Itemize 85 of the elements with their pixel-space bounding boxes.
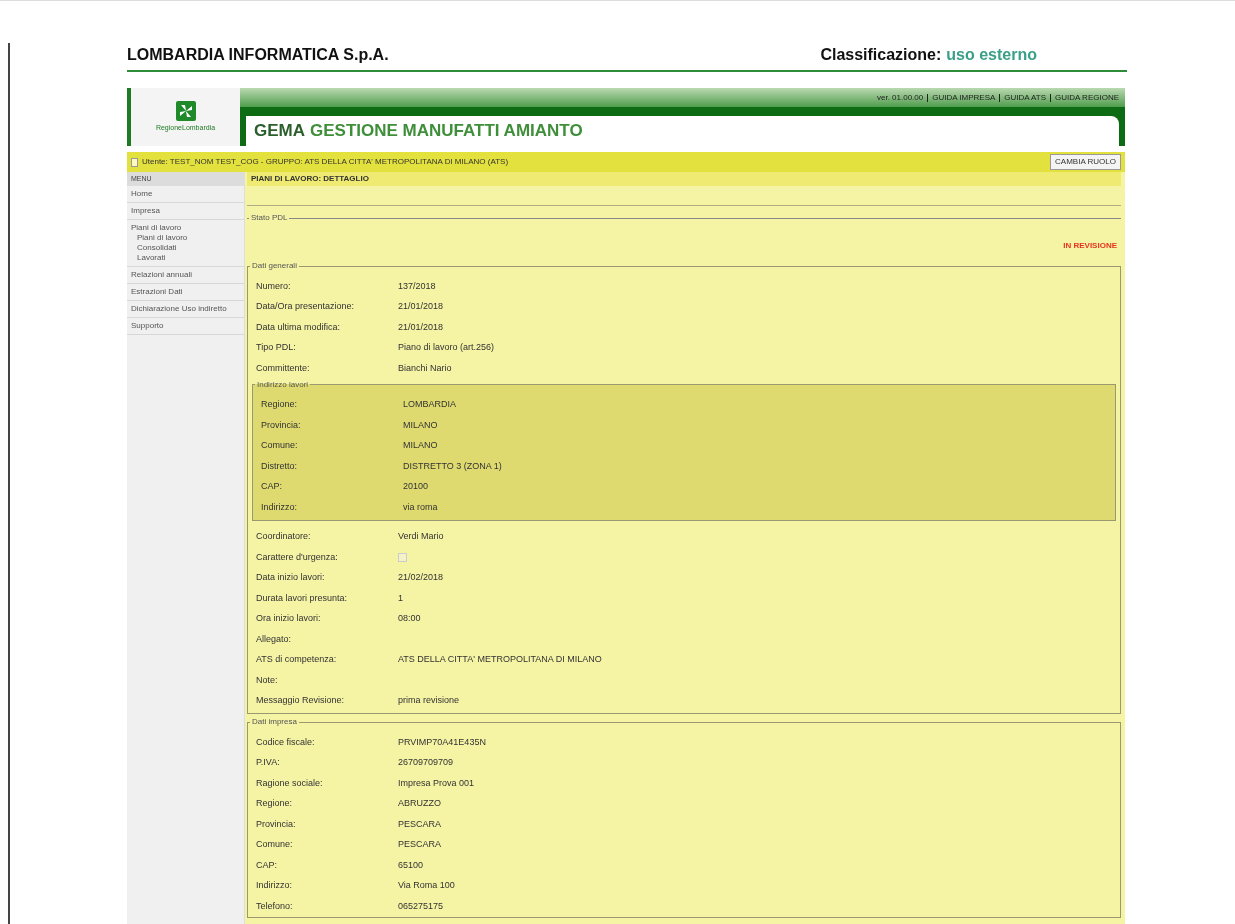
status-value: IN REVISIONE bbox=[1063, 240, 1117, 252]
field-value: ABRUZZO bbox=[398, 797, 441, 810]
classification-label: Classificazione: bbox=[820, 45, 942, 65]
field-value: DISTRETTO 3 (ZONA 1) bbox=[403, 459, 502, 473]
field-value: Impresa Prova 001 bbox=[398, 776, 475, 790]
sidebar-item[interactable]: Dichiarazione Uso indiretto bbox=[127, 304, 244, 314]
field-label: Coordinatore: bbox=[255, 530, 312, 543]
section-legend: Stato PDL bbox=[249, 212, 290, 224]
field-label: Tipo PDL: bbox=[255, 341, 297, 354]
field-label: Provincia: bbox=[255, 817, 297, 831]
field-label: Comune: bbox=[255, 838, 294, 851]
field-value: MILANO bbox=[403, 439, 438, 452]
sidebar-item[interactable]: Piani di lavoro bbox=[127, 233, 244, 243]
section-legend: Dati generali bbox=[250, 260, 299, 272]
field-value: 21/02/2018 bbox=[398, 571, 444, 584]
field-value: 65100 bbox=[398, 858, 424, 872]
field-value: via roma bbox=[403, 500, 438, 514]
field-value: MILANO bbox=[403, 418, 438, 432]
field-value: 08:00 bbox=[398, 612, 421, 625]
field-value: 21/01/2018 bbox=[398, 300, 444, 313]
sidebar-item[interactable]: Impresa bbox=[127, 206, 244, 216]
header-link[interactable]: GUIDA ATS bbox=[1004, 91, 1046, 104]
field-label: Committente: bbox=[255, 361, 311, 375]
field-value: PESCARA bbox=[398, 838, 441, 851]
field-value: Verdi Mario bbox=[398, 530, 444, 543]
field-label: Comune: bbox=[260, 439, 299, 452]
sidebar-item[interactable]: Supporto bbox=[127, 321, 244, 331]
sidebar-item[interactable]: Home bbox=[127, 189, 244, 199]
app-title: GESTIONE MANUFATTI AMIANTO bbox=[310, 120, 583, 143]
field-value: 137/2018 bbox=[398, 279, 436, 293]
sidebar-item[interactable]: Lavorati bbox=[127, 253, 244, 263]
field-label: Data ultima modifica: bbox=[255, 320, 342, 334]
field-value: 26709709709 bbox=[398, 756, 454, 769]
field-label: Note: bbox=[255, 673, 279, 687]
page-title: PIANI DI LAVORO: DETTAGLIO bbox=[247, 172, 1121, 186]
sidebar-item[interactable]: Consolidati bbox=[127, 243, 244, 253]
field-value: prima revisione bbox=[398, 694, 460, 707]
field-label: Ragione sociale: bbox=[255, 776, 324, 790]
field-label: Ora inizio lavori: bbox=[255, 612, 322, 625]
field-label: Allegato: bbox=[255, 632, 293, 646]
app-title-acronym: GEMA bbox=[254, 120, 305, 143]
field-label: Numero: bbox=[255, 279, 292, 293]
field-label: CAP: bbox=[260, 480, 283, 493]
checkbox[interactable] bbox=[398, 552, 407, 562]
field-label: Provincia: bbox=[260, 418, 302, 432]
field-label: Telefono: bbox=[255, 899, 294, 913]
sidebar-item[interactable]: Estrazioni Dati bbox=[127, 287, 244, 297]
user-icon bbox=[131, 157, 138, 167]
field-value: Via Roma 100 bbox=[398, 879, 455, 892]
section-legend: Dati impresa bbox=[250, 716, 299, 728]
field-value: PRVIMP70A41E435N bbox=[398, 735, 486, 749]
pinwheel-logo-icon bbox=[175, 100, 196, 121]
company-name: LOMBARDIA INFORMATICA S.p.A. bbox=[127, 45, 389, 65]
change-role-button[interactable]: CAMBIA RUOLO bbox=[1050, 154, 1121, 170]
field-value: ATS DELLA CITTA' METROPOLITANA DI MILANO bbox=[398, 653, 602, 666]
field-label: Codice fiscale: bbox=[255, 735, 316, 749]
field-value: Piano di lavoro (art.256) bbox=[398, 341, 495, 354]
field-label: Messaggio Revisione: bbox=[255, 694, 346, 707]
header-link[interactable]: ver. 01.00.00 bbox=[876, 91, 924, 104]
sidebar-item[interactable]: Piani di lavoro bbox=[127, 223, 244, 233]
field-value: 1 bbox=[398, 591, 403, 605]
field-label: Durata lavori presunta: bbox=[255, 591, 349, 605]
field-label: Indirizzo: bbox=[255, 879, 293, 892]
field-value: LOMBARDIA bbox=[403, 398, 456, 411]
field-label: CAP: bbox=[255, 858, 278, 872]
field-value: Bianchi Nario bbox=[398, 361, 452, 375]
field-label: Indirizzo: bbox=[260, 500, 298, 514]
field-label: Regione: bbox=[260, 398, 299, 411]
field-label: Regione: bbox=[255, 797, 294, 810]
field-value: 20100 bbox=[403, 480, 429, 493]
header-link[interactable]: GUIDA REGIONE bbox=[1055, 91, 1119, 104]
field-label: Data/Ora presentazione: bbox=[255, 300, 356, 313]
field-label: Distretto: bbox=[260, 459, 298, 473]
field-label: Carattere d'urgenza: bbox=[255, 550, 339, 564]
field-label: P.IVA: bbox=[255, 756, 281, 769]
sidebar-item[interactable]: Relazioni annuali bbox=[127, 270, 244, 280]
header-link[interactable]: GUIDA IMPRESA bbox=[932, 91, 996, 104]
section-legend: Indirizzo lavori bbox=[255, 378, 311, 391]
field-value: PESCARA bbox=[398, 817, 441, 831]
field-label: ATS di competenza: bbox=[255, 653, 338, 666]
field-label: Data inizio lavori: bbox=[255, 571, 326, 584]
field-value: 065275175 bbox=[398, 899, 444, 913]
field-value: 21/01/2018 bbox=[398, 320, 444, 334]
user-info: Utente: TEST_NOM TEST_COG - GRUPPO: ATS DELLA CITTA' METROPOLITANA DI MILANO (ATS) bbox=[142, 156, 509, 168]
classification-value: uso esterno bbox=[946, 45, 1037, 65]
